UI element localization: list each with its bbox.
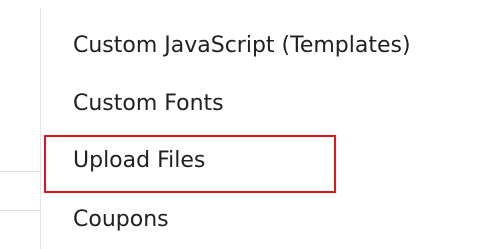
background-panel bbox=[0, 0, 40, 249]
menu-item-custom-fonts[interactable]: Custom Fonts bbox=[73, 89, 224, 119]
dropdown-menu: Custom JavaScript (Templates) Custom Fon… bbox=[41, 0, 499, 249]
highlight-box-upload-files bbox=[44, 135, 336, 193]
background-divider bbox=[0, 171, 40, 172]
menu-item-custom-javascript[interactable]: Custom JavaScript (Templates) bbox=[73, 31, 411, 61]
menu-item-coupons[interactable]: Coupons bbox=[73, 205, 169, 235]
background-divider bbox=[0, 210, 40, 211]
